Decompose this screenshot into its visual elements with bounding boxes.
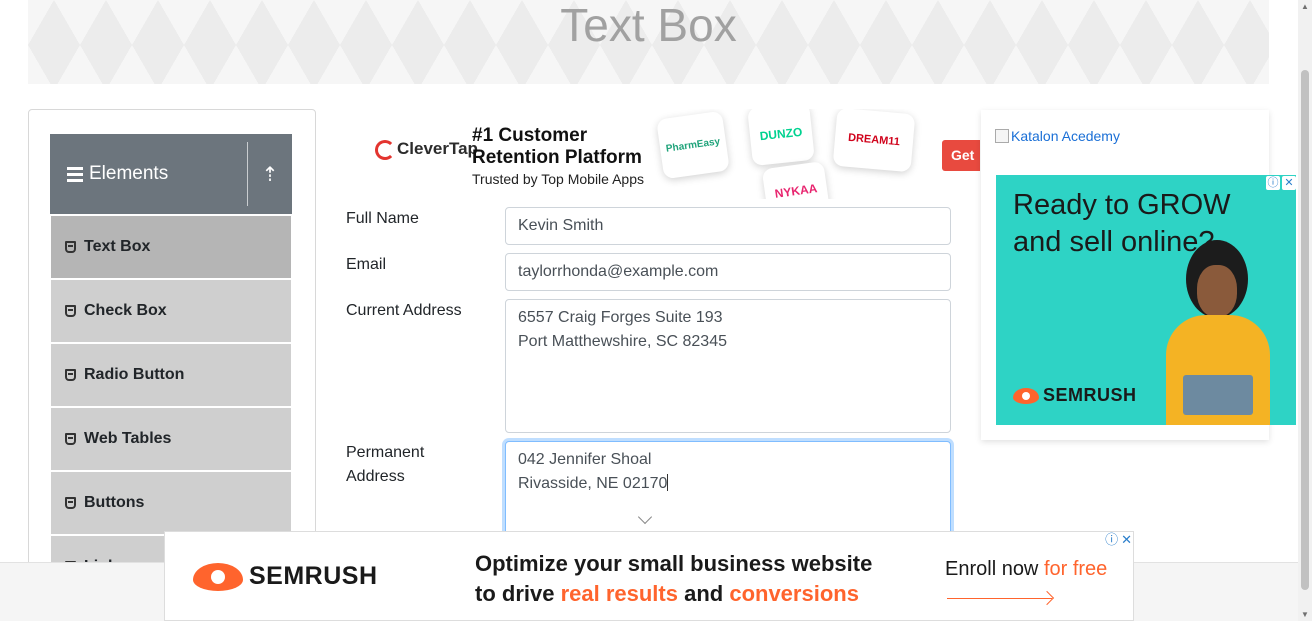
address-line: 6557 Craig Forges Suite 193 <box>518 309 723 326</box>
email-label: Email <box>346 256 387 273</box>
semrush-flame-icon <box>193 562 243 591</box>
html-icon <box>65 497 76 509</box>
katalon-image-link[interactable]: Katalon Acedemy <box>995 128 1120 144</box>
scroll-up-icon[interactable]: ▲ <box>1301 2 1309 11</box>
collapse-icon[interactable]: ⇡ <box>248 162 292 187</box>
ad-subline: Trusted by Top Mobile Apps <box>472 171 644 187</box>
semrush-ad-card[interactable]: Ready to GROW and sell online? SEMRUSH ⓘ… <box>996 175 1296 425</box>
sidebar-item-radio-button[interactable]: Radio Button <box>51 344 291 406</box>
sidebar-item-label: Web Tables <box>84 430 172 447</box>
ad-app-card: NYKAA <box>761 160 831 199</box>
scroll-down-icon[interactable]: ▼ <box>1301 610 1309 619</box>
bottom-ad-cta[interactable]: Enroll now for free <box>945 558 1107 581</box>
broken-image-icon <box>995 129 1009 143</box>
sidebar-item-buttons[interactable]: Buttons <box>51 472 291 534</box>
sidebar-item-label: Radio Button <box>84 366 185 383</box>
sidebar-item-web-tables[interactable]: Web Tables <box>51 408 291 470</box>
ad-headline: #1 Customer Retention Platform <box>472 125 642 168</box>
elements-group-header[interactable]: Elements ⇡ <box>50 134 292 214</box>
page-title: Text Box <box>560 0 737 51</box>
sidebar-item-check-box[interactable]: Check Box <box>51 280 291 342</box>
sidebar-item-label: Check Box <box>84 302 167 319</box>
ad-app-card: DUNZO <box>747 109 815 167</box>
ad-close-icon[interactable]: ✕ <box>1282 176 1296 190</box>
ad-controls: ⓘ ✕ <box>1105 533 1132 547</box>
page-header: Text Box <box>28 0 1269 84</box>
person-illustration-face <box>1197 265 1237 317</box>
bottom-ad-headline: Optimize your small business website to … <box>475 551 873 606</box>
permanent-address-label: Permanent Address <box>346 444 425 485</box>
clevertap-logo: CleverTap <box>375 139 478 160</box>
semrush-logo: SEMRUSH <box>1013 385 1137 406</box>
laptop-illustration <box>1183 375 1253 415</box>
permanent-address-textarea[interactable]: 042 Jennifer Shoal Rivasside, NE 02170 <box>505 441 951 541</box>
clevertap-ad-banner[interactable]: CleverTap #1 Customer Retention Platform… <box>345 109 980 199</box>
email-input[interactable]: taylorrhonda@example.com <box>505 253 951 291</box>
address-line: 042 Jennifer Shoal <box>518 451 652 468</box>
text-caret <box>667 474 669 491</box>
arrow-right-icon <box>947 598 1052 599</box>
full-name-label: Full Name <box>346 210 419 227</box>
sidebar-item-text-box[interactable]: Text Box <box>51 216 291 278</box>
full-name-input[interactable]: Kevin Smith <box>505 207 951 245</box>
ad-info-icon[interactable]: ⓘ <box>1105 533 1118 547</box>
scrollbar-thumb[interactable] <box>1301 70 1309 590</box>
address-line: Rivasside, NE 02170 <box>518 474 669 492</box>
html-icon <box>65 305 76 317</box>
sidebar-item-label: Buttons <box>84 494 145 511</box>
semrush-flame-icon <box>1013 387 1039 404</box>
ad-app-card: DREAM11 <box>832 109 916 173</box>
current-address-textarea[interactable]: 6557 Craig Forges Suite 193 Port Matthew… <box>505 299 951 433</box>
page-scrollbar[interactable]: ▲ ▼ <box>1298 0 1312 621</box>
html-icon <box>65 433 76 445</box>
sidebar-item-label: Text Box <box>84 238 151 255</box>
group-title: Elements <box>89 163 169 184</box>
right-ad-panel[interactable]: Katalon Acedemy Ready to GROW and sell o… <box>981 110 1296 440</box>
menu-icon <box>67 164 83 185</box>
resize-chevron-icon <box>637 509 653 525</box>
ad-get-button[interactable]: Get <box>942 140 980 171</box>
semrush-logo: SEMRUSH <box>193 562 378 591</box>
semrush-bottom-ad[interactable]: SEMRUSH Optimize your small business web… <box>164 531 1134 621</box>
html-icon <box>65 241 76 253</box>
ad-app-card: PharmEasy <box>656 110 730 180</box>
ad-info-icon[interactable]: ⓘ <box>1266 176 1280 190</box>
address-line: Port Matthewshire, SC 82345 <box>518 333 727 350</box>
clevertap-c-icon <box>375 139 395 160</box>
current-address-label: Current Address <box>346 302 462 319</box>
html-icon <box>65 369 76 381</box>
ad-controls: ⓘ ✕ <box>1266 176 1296 190</box>
ad-close-icon[interactable]: ✕ <box>1121 533 1132 547</box>
